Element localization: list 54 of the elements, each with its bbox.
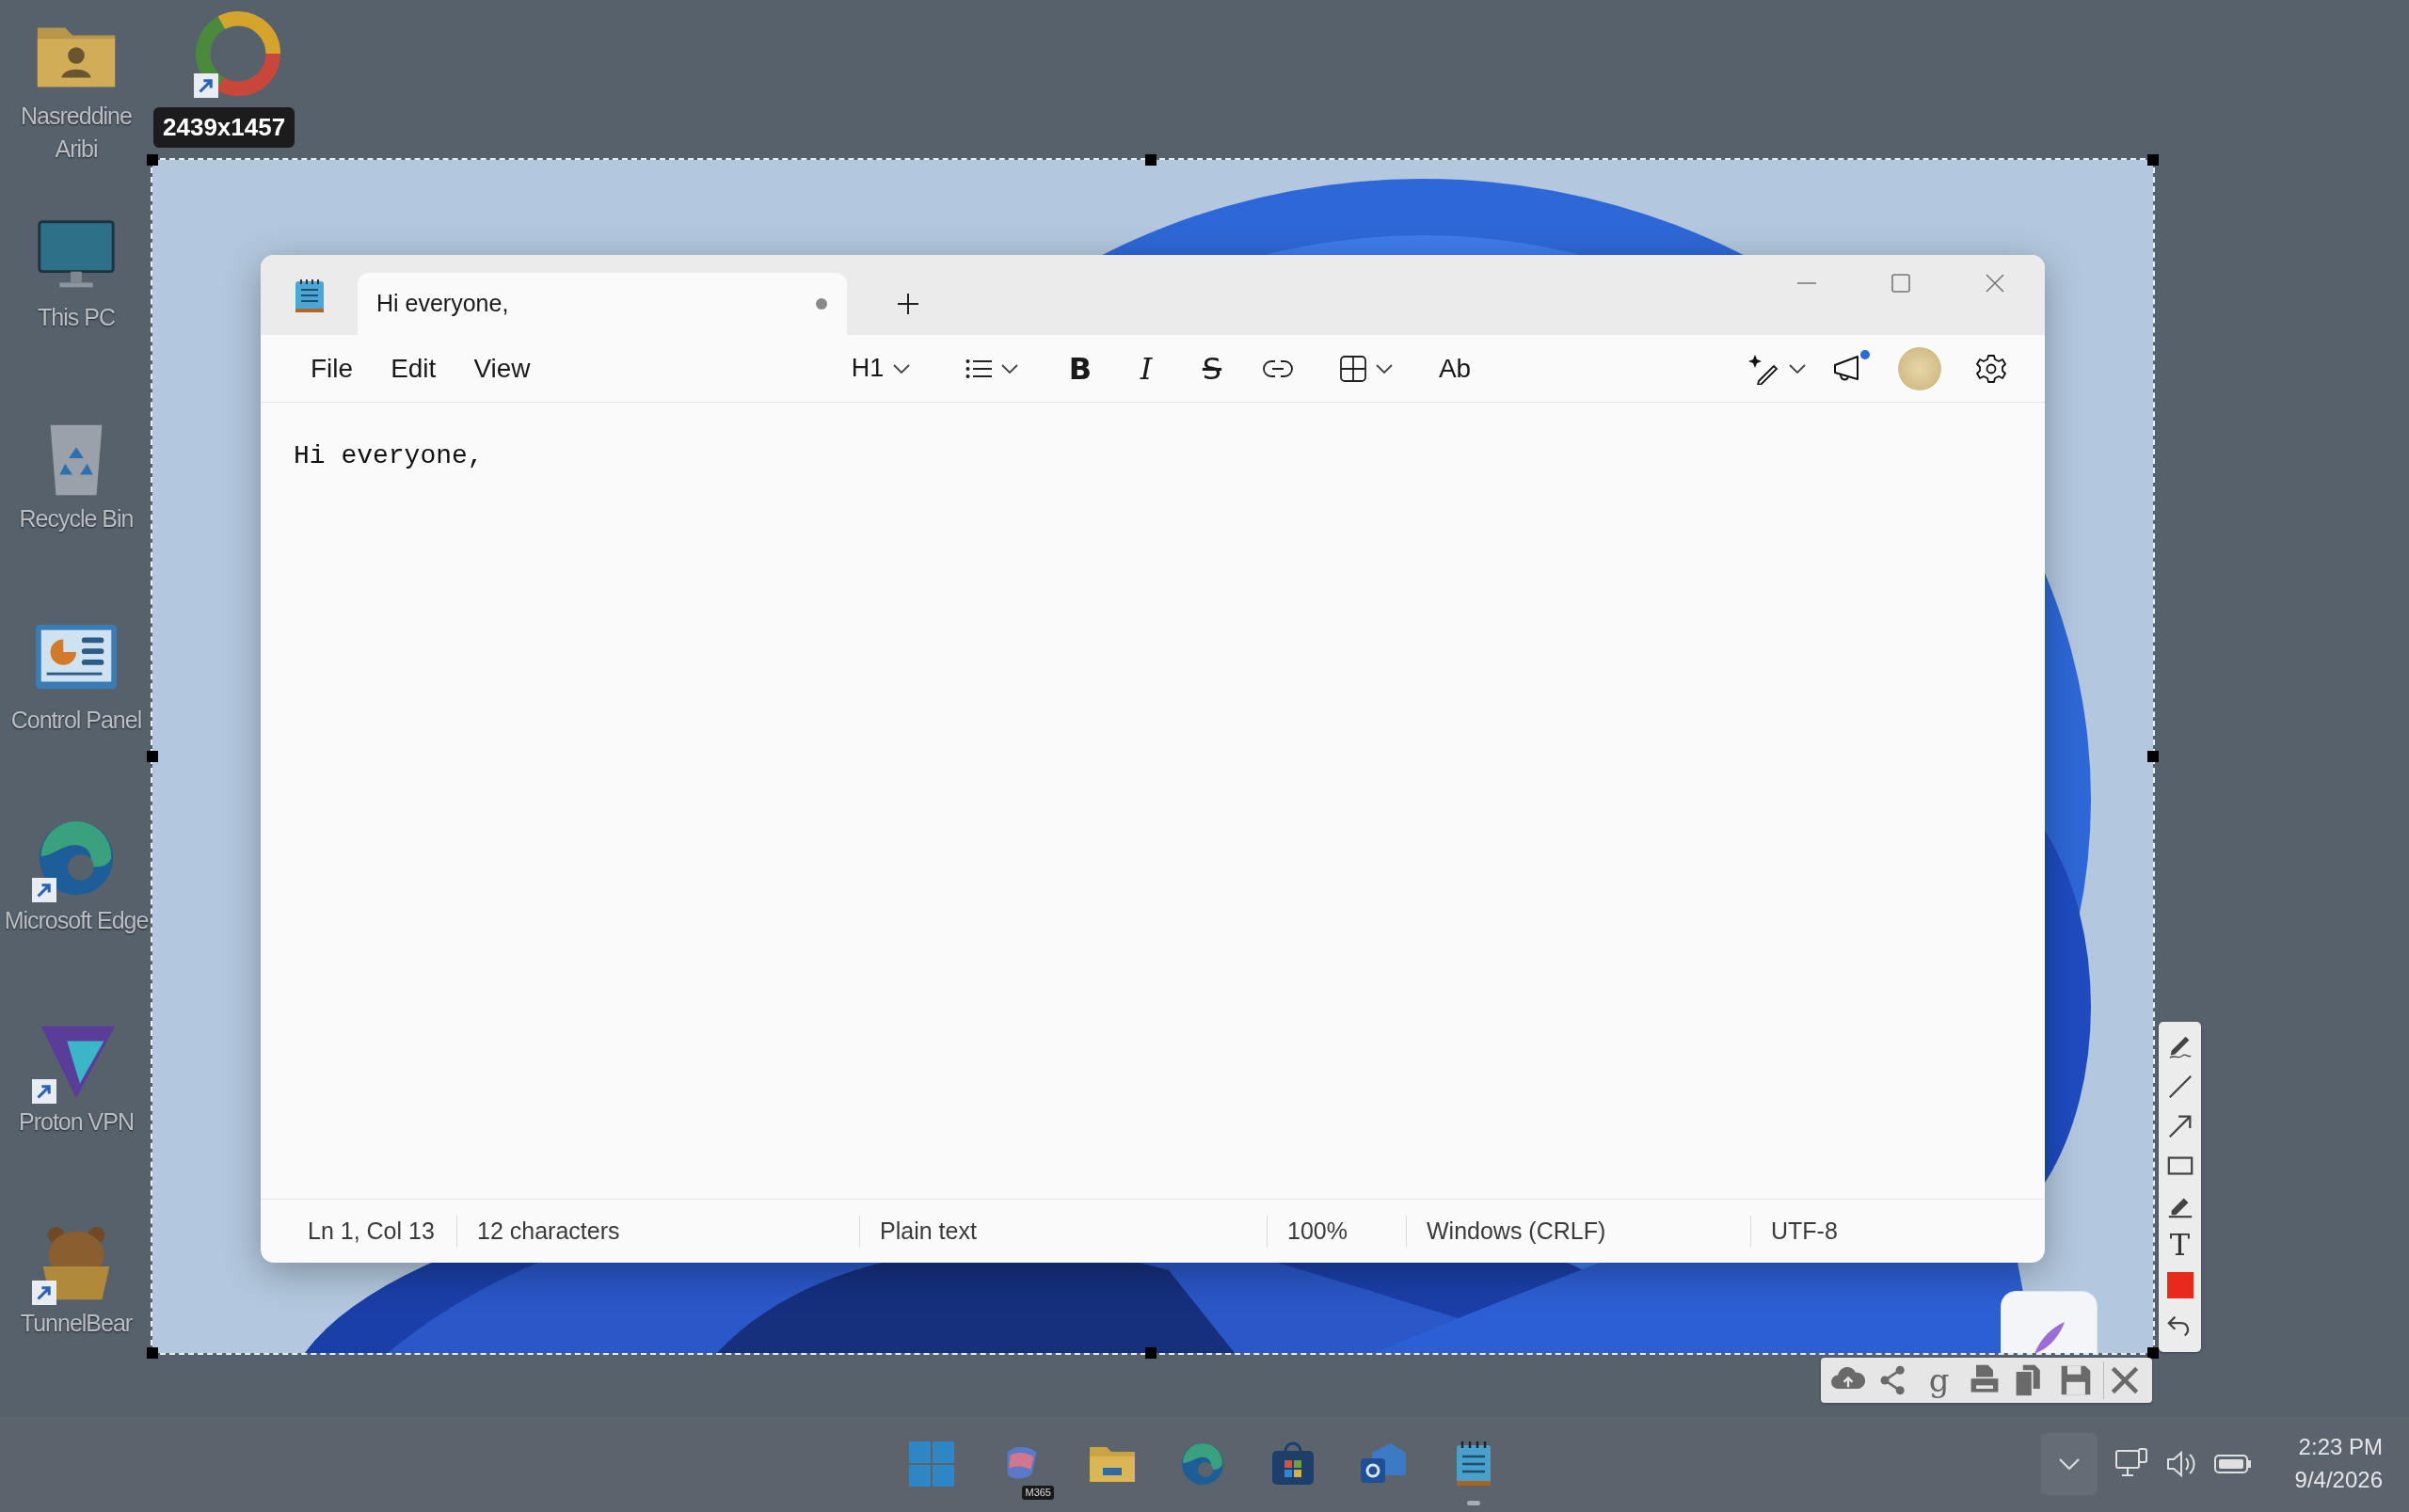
icon-label: This PC xyxy=(37,302,116,332)
resize-handle[interactable] xyxy=(1145,154,1157,166)
clock[interactable]: 2:23 PM 9/4/2026 xyxy=(2289,1430,2388,1498)
app-badge: M365 xyxy=(1022,1485,1054,1500)
resize-handle[interactable] xyxy=(147,1347,158,1359)
resize-handle[interactable] xyxy=(2147,751,2159,762)
menu-item[interactable]: Edit xyxy=(372,344,455,392)
resize-handle[interactable] xyxy=(2147,1347,2159,1359)
italic-button[interactable]: I xyxy=(1113,342,1179,395)
resize-handle[interactable] xyxy=(2147,154,2159,166)
strikethrough-button[interactable]: S xyxy=(1179,342,1245,395)
table-icon xyxy=(1340,355,1366,382)
document-tab[interactable]: Hi everyone, xyxy=(358,273,847,335)
document-text: Hi everyone, xyxy=(294,441,484,470)
color-swatch[interactable] xyxy=(2166,1272,2194,1298)
battery-icon[interactable] xyxy=(2213,1454,2252,1474)
notepad-icon xyxy=(293,277,326,313)
icon-label: Recycle Bin xyxy=(18,503,135,533)
spellcheck-button[interactable]: Ab xyxy=(1422,342,1488,395)
status-text: 100% xyxy=(1287,1216,1348,1246)
caret-icon xyxy=(893,363,911,374)
icon-label: Control Panel xyxy=(9,705,143,735)
maximize-icon xyxy=(1891,274,1910,293)
status-text: Plain text xyxy=(880,1216,977,1246)
size-label: 2439x1457 xyxy=(153,107,295,149)
resize-handle[interactable] xyxy=(147,154,158,166)
close-icon xyxy=(1986,274,2004,293)
icon-label: Proton VPN xyxy=(18,1107,135,1138)
menu-item[interactable]: File xyxy=(292,344,373,392)
text-tool-button[interactable]: T xyxy=(2162,1227,2197,1263)
settings-icon xyxy=(1976,353,2006,384)
status-text: 12 characters xyxy=(477,1216,620,1246)
resize-handle[interactable] xyxy=(1145,1347,1157,1359)
list-icon xyxy=(965,358,992,379)
search-button[interactable]: g xyxy=(1917,1361,1961,1399)
status-text: UTF-8 xyxy=(1771,1216,1838,1246)
link-icon xyxy=(1263,359,1293,377)
volume-icon[interactable] xyxy=(2164,1450,2197,1478)
menu-item[interactable]: View xyxy=(455,344,550,392)
status-text: Windows (CRLF) xyxy=(1427,1216,1606,1246)
minimize-icon xyxy=(1797,281,1816,285)
icon-label: Microsoft Edge xyxy=(3,906,150,936)
caret-icon xyxy=(1789,363,1806,374)
resize-handle[interactable] xyxy=(147,751,158,762)
caret-icon xyxy=(1376,363,1393,374)
icon-label: TunnelBear xyxy=(19,1309,134,1339)
caret-icon xyxy=(1001,363,1018,374)
heading-dropdown[interactable]: H1 xyxy=(825,342,936,395)
unsaved-dot-icon xyxy=(815,297,828,310)
status-text: Ln 1, Col 13 xyxy=(308,1216,435,1246)
chevron-icon xyxy=(2058,1458,2080,1470)
bold-button[interactable]: B xyxy=(1047,342,1113,395)
plus-icon xyxy=(896,292,920,316)
icon-label: Nasreddine Aribi xyxy=(20,102,133,164)
